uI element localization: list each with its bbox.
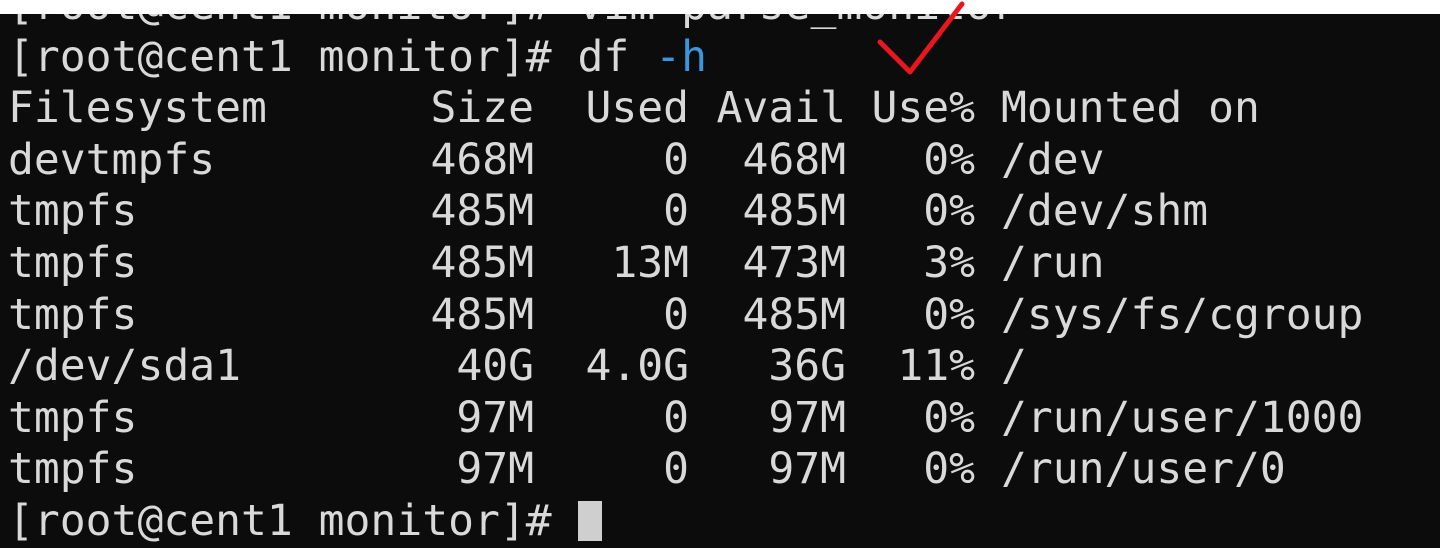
table-row: tmpfs 485M 0 485M 0% /dev/shm xyxy=(0,186,1440,238)
cell-mounted-on: /run/user/1000 xyxy=(1001,392,1364,443)
header-avail: Avail xyxy=(716,83,846,134)
command-line: [root@cent1 monitor]# df -h xyxy=(0,32,1440,84)
cell-use-percent: 3% xyxy=(923,237,975,288)
cell-filesystem: tmpfs xyxy=(8,186,138,237)
cell-filesystem: devtmpfs xyxy=(8,134,216,185)
cell-avail: 97M xyxy=(768,444,846,495)
table-row: tmpfs 485M 0 485M 0% /sys/fs/cgroup xyxy=(0,290,1440,342)
terminal-window[interactable]: [root@cent1 monitor]# vim parse_monitor … xyxy=(0,0,1440,548)
cell-avail: 36G xyxy=(768,341,846,392)
cell-filesystem: tmpfs xyxy=(8,392,138,443)
shell-prompt: [root@cent1 monitor]# xyxy=(8,31,578,82)
table-row: tmpfs 97M 0 97M 0% /run/user/1000 xyxy=(0,393,1440,445)
cell-used: 13M xyxy=(611,237,689,288)
cell-avail: 473M xyxy=(742,237,846,288)
cell-size: 485M xyxy=(430,237,534,288)
cell-mounted-on: /dev/shm xyxy=(1001,186,1209,237)
cell-used: 0 xyxy=(663,392,689,443)
cell-avail: 97M xyxy=(768,392,846,443)
text-cursor xyxy=(577,500,602,541)
table-row: devtmpfs 468M 0 468M 0% /dev xyxy=(0,135,1440,187)
cell-avail: 468M xyxy=(742,134,846,185)
cell-size: 97M xyxy=(456,392,534,443)
cell-used: 0 xyxy=(663,186,689,237)
cell-size: 40G xyxy=(456,341,534,392)
cell-used: 0 xyxy=(663,134,689,185)
cell-used: 0 xyxy=(663,444,689,495)
cell-filesystem: tmpfs xyxy=(8,289,138,340)
cell-size: 485M xyxy=(430,186,534,237)
checkmark-icon xyxy=(877,1,965,75)
table-row: tmpfs 485M 13M 473M 3% /run xyxy=(0,238,1440,290)
cell-size: 97M xyxy=(456,444,534,495)
command-flag: -h xyxy=(655,31,707,82)
shell-prompt: [root@cent1 monitor]# xyxy=(8,495,578,546)
window-top-edge xyxy=(0,0,1440,14)
cell-mounted-on: /run xyxy=(1001,237,1105,288)
header-used: Used xyxy=(585,83,689,134)
cell-use-percent: 0% xyxy=(923,289,975,340)
cell-use-percent: 11% xyxy=(897,341,975,392)
cell-use-percent: 0% xyxy=(923,186,975,237)
cell-avail: 485M xyxy=(742,186,846,237)
command-name: df xyxy=(577,31,630,82)
cell-size: 468M xyxy=(430,134,534,185)
cell-used: 4.0G xyxy=(585,341,689,392)
table-row: /dev/sda1 40G 4.0G 36G 11% / xyxy=(0,341,1440,393)
cell-mounted-on: /run/user/0 xyxy=(1001,444,1286,495)
header-size: Size xyxy=(430,83,534,134)
table-row: tmpfs 97M 0 97M 0% /run/user/0 xyxy=(0,444,1440,496)
cell-filesystem: /dev/sda1 xyxy=(8,341,241,392)
final-prompt-line[interactable]: [root@cent1 monitor]# xyxy=(0,496,1440,548)
header-use-percent: Use% xyxy=(871,83,975,134)
table-header: Filesystem Size Used Avail Use% Mounted on xyxy=(0,83,1440,135)
cell-mounted-on: /dev xyxy=(1001,134,1105,185)
header-mounted-on: Mounted on xyxy=(1001,83,1260,134)
cell-mounted-on: /sys/fs/cgroup xyxy=(1001,289,1364,340)
cell-mounted-on: / xyxy=(1001,341,1027,392)
cell-use-percent: 0% xyxy=(923,444,975,495)
cell-avail: 485M xyxy=(742,289,846,340)
cell-used: 0 xyxy=(663,289,689,340)
cell-use-percent: 0% xyxy=(923,134,975,185)
header-filesystem: Filesystem xyxy=(8,83,267,134)
cell-size: 485M xyxy=(430,289,534,340)
cell-filesystem: tmpfs xyxy=(8,444,138,495)
table-body: devtmpfs 468M 0 468M 0%/dev tmpfs 485M 0 485M 0% /… xyxy=(0,135,1440,496)
cell-filesystem: tmpfs xyxy=(8,237,138,288)
cell-use-percent: 0% xyxy=(923,392,975,443)
